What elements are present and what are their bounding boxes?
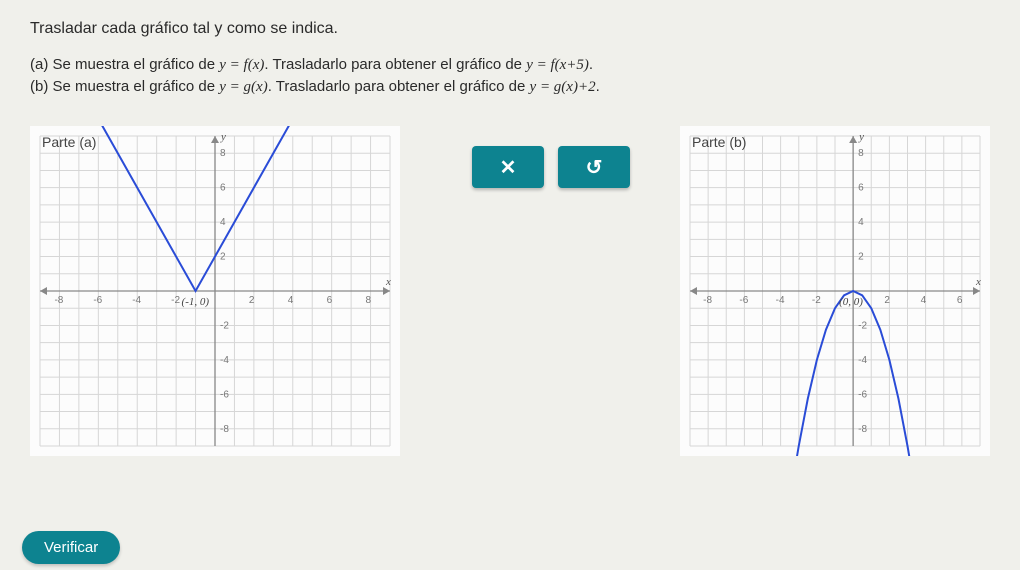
svg-text:-6: -6 [93, 295, 102, 306]
svg-text:(0, 0): (0, 0) [839, 296, 863, 308]
svg-text:-8: -8 [703, 295, 712, 306]
svg-text:6: 6 [220, 183, 226, 194]
undo-button[interactable]: ↺ [558, 146, 630, 188]
svg-text:-8: -8 [858, 424, 867, 435]
graph-a-svg[interactable]: -8 -6 -4 -2 2 4 6 8 -8 -6 -4 -2 2 4 6 8 x y (-1, 0) [30, 126, 400, 456]
instruction-text: Trasladar cada gráfico tal y como se ind… [30, 20, 990, 38]
svg-text:8: 8 [220, 148, 226, 159]
graph-a-label: Parte (a) [42, 134, 96, 150]
svg-text:6: 6 [957, 295, 963, 306]
part-a-text: (a) Se muestra el gráfico de y = f(x). T… [30, 56, 990, 74]
verify-button[interactable]: Verificar [22, 531, 120, 564]
svg-text:6: 6 [858, 183, 864, 194]
svg-text:2: 2 [884, 295, 890, 306]
svg-text:-8: -8 [220, 424, 229, 435]
svg-text:y: y [220, 131, 226, 143]
svg-text:-8: -8 [54, 295, 63, 306]
content-row: Parte (a) -8 -6 -4 -2 2 4 6 8 -8 -6 -4 -2 2 4 6 8 x y (-1,… [30, 126, 990, 461]
svg-text:x: x [385, 276, 391, 288]
graph-b-svg[interactable]: -8 -6 -4 -2 2 4 6 -8 -6 -4 -2 2 4 6 8 x y (0, 0) [680, 126, 990, 456]
svg-text:4: 4 [220, 217, 226, 228]
svg-text:-6: -6 [739, 295, 748, 306]
verify-label: Verificar [44, 539, 98, 556]
graph-b[interactable]: Parte (b) -8 -6 -4 -2 2 4 6 -8 -6 -4 -2 2 4 6 8 x y (0, 0… [680, 126, 990, 461]
svg-text:-6: -6 [858, 389, 867, 400]
graph-b-label: Parte (b) [692, 134, 746, 150]
svg-text:(-1, 0): (-1, 0) [182, 296, 210, 308]
svg-text:2: 2 [249, 295, 255, 306]
svg-text:2: 2 [220, 252, 226, 263]
svg-text:y: y [858, 131, 864, 143]
svg-text:x: x [975, 276, 981, 288]
svg-text:-2: -2 [171, 295, 180, 306]
svg-text:-2: -2 [858, 320, 867, 331]
action-buttons: ✕ ↺ [472, 146, 630, 188]
svg-text:2: 2 [858, 252, 864, 263]
svg-text:-2: -2 [220, 320, 229, 331]
svg-text:-4: -4 [858, 355, 867, 366]
svg-text:4: 4 [921, 295, 927, 306]
svg-text:8: 8 [858, 148, 864, 159]
svg-text:4: 4 [288, 295, 294, 306]
part-b-text: (b) Se muestra el gráfico de y = g(x). T… [30, 78, 990, 96]
svg-text:4: 4 [858, 217, 864, 228]
close-button[interactable]: ✕ [472, 146, 544, 188]
svg-text:8: 8 [366, 295, 372, 306]
svg-text:-4: -4 [776, 295, 785, 306]
graph-a[interactable]: Parte (a) -8 -6 -4 -2 2 4 6 8 -8 -6 -4 -2 2 4 6 8 x y (-1,… [30, 126, 400, 461]
svg-text:6: 6 [327, 295, 333, 306]
svg-text:-4: -4 [132, 295, 141, 306]
close-icon: ✕ [500, 155, 517, 180]
undo-icon: ↺ [586, 155, 603, 180]
svg-text:-6: -6 [220, 389, 229, 400]
svg-text:-4: -4 [220, 355, 229, 366]
svg-text:-2: -2 [812, 295, 821, 306]
